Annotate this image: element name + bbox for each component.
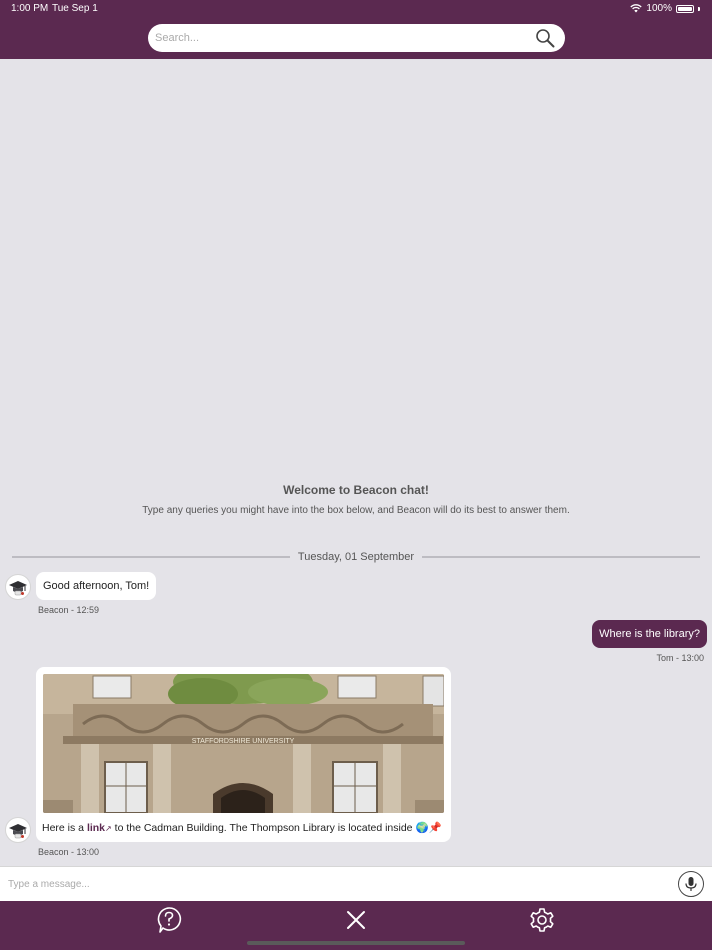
battery-tip <box>698 6 700 11</box>
divider-line <box>422 556 700 558</box>
message-composer <box>0 866 712 901</box>
close-icon <box>347 911 365 929</box>
gear-icon <box>530 908 554 932</box>
graduation-cap-icon <box>9 581 27 596</box>
divider-line <box>12 556 290 558</box>
welcome-title: Welcome to Beacon chat! <box>283 483 429 497</box>
bot-avatar <box>5 574 31 600</box>
battery-percent: 100% <box>646 3 672 14</box>
graduation-cap-icon <box>9 824 27 839</box>
search-icon[interactable] <box>535 28 555 48</box>
bot-avatar <box>5 817 31 843</box>
globe-pin-emoji: 🌍📌 <box>415 822 442 834</box>
help-button[interactable] <box>155 906 183 934</box>
message-meta: Tom - 13:00 <box>656 653 704 663</box>
message-meta: Beacon - 13:00 <box>38 847 100 857</box>
battery-icon <box>676 4 694 13</box>
user-message-bubble: Where is the library? <box>592 620 707 648</box>
external-link-icon: ↗ <box>105 824 112 833</box>
building-photo-image: STAFFORDSHIRE UNIVERSITY <box>43 674 444 813</box>
bot-message-text: Good afternoon, Tom! <box>43 580 150 592</box>
close-button[interactable] <box>342 906 370 934</box>
help-bubble-icon <box>157 907 182 933</box>
status-date: Tue Sep 1 <box>52 3 98 14</box>
user-message-text: Where is the library? <box>599 628 700 640</box>
microphone-icon <box>685 877 697 891</box>
welcome-text: Type any queries you might have into the… <box>142 505 570 516</box>
home-indicator <box>247 941 465 945</box>
bot-message-bubble: STAFFORDSHIRE UNIVERSITY Here is a link↗… <box>36 667 451 842</box>
search-input[interactable] <box>155 32 535 44</box>
status-indicators: 100% <box>630 3 700 14</box>
bot-message-text-after: to the Cadman Building. The Thompson Lib… <box>114 822 413 834</box>
message-meta: Beacon - 12:59 <box>38 605 100 615</box>
date-divider: Tuesday, 01 September <box>12 549 700 565</box>
date-divider-label: Tuesday, 01 September <box>297 551 415 563</box>
bot-message-text-before: Here is a <box>42 822 85 834</box>
wifi-icon <box>630 4 643 13</box>
building-photo[interactable]: STAFFORDSHIRE UNIVERSITY <box>43 674 444 813</box>
search-box[interactable] <box>148 24 565 52</box>
settings-button[interactable] <box>528 906 556 934</box>
bot-message-text-row: Here is a link↗ to the Cadman Building. … <box>42 821 442 834</box>
message-input[interactable] <box>8 878 678 890</box>
mic-button[interactable] <box>678 871 704 897</box>
top-bar: 1:00 PM Tue Sep 1 100% <box>0 0 712 59</box>
building-sign: STAFFORDSHIRE UNIVERSITY <box>192 738 295 745</box>
bot-message-bubble: Good afternoon, Tom! <box>36 572 157 600</box>
status-time: 1:00 PM <box>11 3 49 14</box>
cadman-building-link[interactable]: link <box>87 822 105 834</box>
